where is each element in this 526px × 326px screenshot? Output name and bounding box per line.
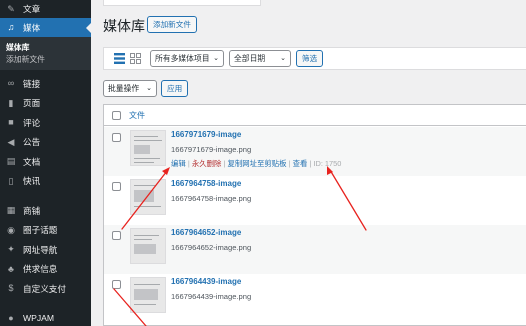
sidebar-item-links[interactable]: ∞ 链接 [0,74,91,94]
sidebar-item-label: 文章 [23,4,41,14]
sidebar-item-label: 评论 [23,117,41,128]
media-filename: 1667971679-image.png [171,145,252,154]
page-icon: ▮ [8,97,14,108]
sidebar-item-label: 媒体 [23,22,41,33]
row-checkbox[interactable] [112,133,121,142]
media-type-value: 所有多媒体项目 [155,54,210,63]
view-link[interactable]: 查看 [293,159,308,168]
sidebar-item-docs[interactable]: ▤ 文档 [0,152,91,172]
sidebar-item-label: WPJAM [23,313,55,324]
copy-url-link[interactable]: 复制网址至剪贴板 [227,159,286,168]
sidebar-item-label: 快讯 [23,176,41,187]
supply-icon: ♣ [8,263,14,274]
bulk-actions-value: 批量操作 [108,84,140,93]
flash-icon: ▯ [8,175,14,186]
chevron-down-icon: ⌄ [213,55,219,62]
table-row: 1667971679-image 1667971679-image.png 编辑… [104,127,526,176]
date-select[interactable]: 全部日期 ⌄ [229,50,291,67]
column-header-file[interactable]: 文件 [129,110,145,121]
media-table: 文件 1667971679-image 1667971679-image.png… [103,104,526,326]
sidebar-item-circle[interactable]: ◉ 圈子话题 [0,221,91,241]
sidebar-item-label: 商铺 [23,205,41,216]
table-row: 1667964758-image 1667964758-image.png [104,176,526,225]
sidebar-item-pages[interactable]: ▮ 页面 [0,94,91,114]
edit-link[interactable]: 编辑 [171,159,186,168]
media-icon: ♫ [7,22,15,32]
row-checkbox[interactable] [112,182,121,191]
thumbnail-image[interactable] [130,130,166,166]
sidebar-item-nav[interactable]: ✦ 网址导航 [0,240,91,260]
bulk-actions-select[interactable]: 批量操作 ⌄ [103,80,157,97]
sidebar-item-announcements[interactable]: ◀ 公告 [0,133,91,153]
pay-icon: $ [8,283,14,294]
link-icon: ∞ [7,78,15,89]
sidebar-item-posts[interactable]: ✎ 文章 [0,0,91,18]
sidebar-item-flash[interactable]: ▯ 快讯 [0,172,91,192]
comment-icon: ■ [8,117,14,128]
notice-bar [103,0,261,6]
media-title-link[interactable]: 1667971679-image [171,130,241,139]
sidebar-item-label: 圈子话题 [23,225,58,236]
sidebar-item-label: 页面 [23,98,41,109]
document-icon: ▤ [6,156,16,167]
submenu-item-add-new[interactable]: 添加新文件 [0,54,91,67]
media-type-select[interactable]: 所有多媒体项目 ⌄ [150,50,224,67]
sidebar-item-supply[interactable]: ♣ 供求信息 [0,260,91,280]
media-id: ID: 1750 [313,159,342,168]
sidebar-item-store[interactable]: ▦ 商铺 [0,201,91,221]
main-content: 媒体库 添加新文件 所有多媒体项目 ⌄ 全部日期 ⌄ 筛选 批量操作 ⌄ 应用 [91,0,526,326]
compass-icon: ✦ [7,244,15,255]
sidebar-item-label: 供求信息 [23,264,58,275]
admin-sidebar: ✎ 文章 ♫ 媒体 媒体库 添加新文件 ∞ 链接 ▮ 页面 ■ 评论 ◀ 公告 … [0,0,91,326]
thumbnail-image[interactable] [130,179,166,215]
table-header: 文件 [104,105,526,126]
chevron-down-icon: ⌄ [280,55,286,62]
thumbnail-image[interactable] [130,277,166,313]
select-all-checkbox[interactable] [112,111,121,120]
sidebar-item-label: 公告 [23,137,41,148]
media-title-link[interactable]: 1667964652-image [171,228,241,237]
row-checkbox[interactable] [112,280,121,289]
grid-view-icon[interactable] [130,53,141,64]
megaphone-icon: ◀ [7,136,15,147]
date-value: 全部日期 [234,54,266,63]
sidebar-item-media[interactable]: ♫ 媒体 [0,18,91,37]
media-filename: 1667964758-image.png [171,194,252,203]
page-title: 媒体库 [103,18,145,34]
sidebar-item-label: 网址导航 [23,244,58,255]
table-row: 1667964439-image 1667964439-image.png [104,274,526,323]
store-icon: ▦ [6,205,16,216]
media-filename: 1667964439-image.png [171,292,252,301]
wpjam-icon: ● [8,312,14,323]
delete-permanently-link[interactable]: 永久删除 [192,159,222,168]
media-title-link[interactable]: 1667964758-image [171,179,241,188]
apply-button[interactable]: 应用 [161,80,189,97]
row-actions: 编辑 | 永久删除 | 复制网址至剪贴板 | 查看 | ID: 1750 [171,159,342,168]
sidebar-item-label: 链接 [23,78,41,89]
pin-icon: ✎ [7,3,15,14]
media-filter-bar: 所有多媒体项目 ⌄ 全部日期 ⌄ 筛选 [103,47,526,70]
chevron-down-icon: ⌄ [146,85,152,92]
sidebar-item-label: 自定义支付 [23,283,66,294]
media-title-link[interactable]: 1667964439-image [171,277,241,286]
submenu-item-library[interactable]: 媒体库 [0,41,91,54]
sidebar-item-comments[interactable]: ■ 评论 [0,113,91,133]
sidebar-item-wpjam[interactable]: ● WPJAM [0,309,91,326]
table-row: 1667964652-image 1667964652-image.png [104,225,526,274]
media-filename: 1667964652-image.png [171,243,252,252]
sidebar-item-label: 文档 [23,156,41,167]
row-checkbox[interactable] [112,231,121,240]
filter-button[interactable]: 筛选 [296,50,324,67]
add-new-media-button[interactable]: 添加新文件 [147,16,197,33]
sidebar-item-pay[interactable]: $ 自定义支付 [0,279,91,299]
media-submenu: 媒体库 添加新文件 [0,37,91,70]
list-view-icon[interactable] [114,53,125,64]
circle-icon: ◉ [7,224,15,235]
thumbnail-image[interactable] [130,228,166,264]
